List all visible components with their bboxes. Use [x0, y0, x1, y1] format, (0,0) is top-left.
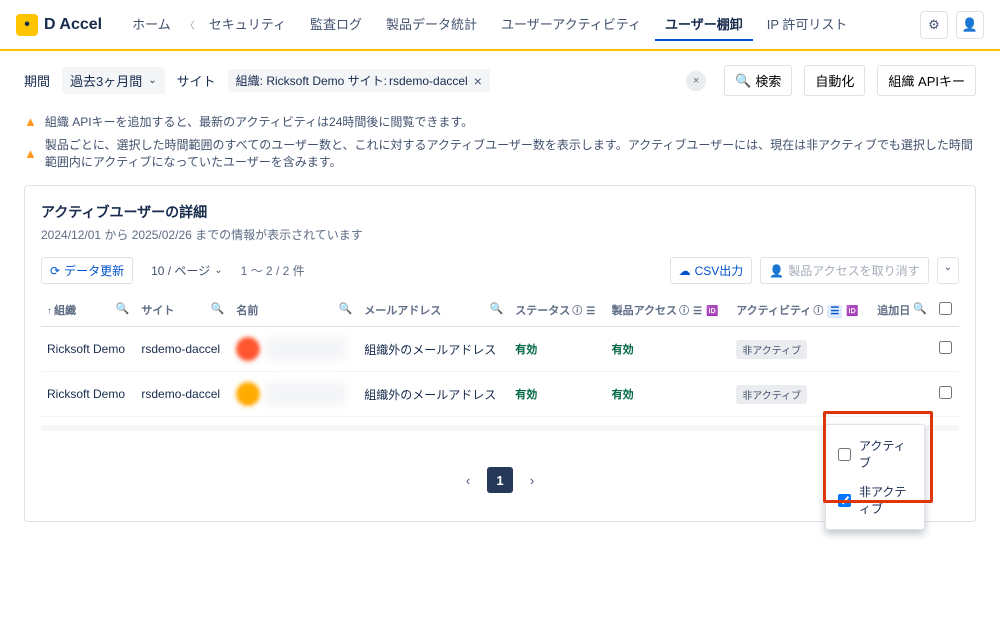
- chevron-down-icon: ⌄: [148, 75, 156, 86]
- search-icon[interactable]: 🔍: [490, 302, 504, 315]
- table-row: Ricksoft Demo rsdemo-daccel 組織外のメールアドレス …: [41, 372, 959, 417]
- site-filter-chip: 組織: Ricksoft Demo サイト: rsdemo-daccel ×: [228, 69, 490, 92]
- id-icon[interactable]: 🆔: [846, 306, 858, 317]
- period-select[interactable]: 過去3ヶ月間 ⌄: [62, 67, 165, 94]
- api-key-button[interactable]: 組織 APIキー: [877, 65, 976, 96]
- section-subtitle: 2024/12/01 から 2025/02/26 までの情報が表示されています: [41, 226, 959, 243]
- section-title: アクティブユーザーの詳細: [41, 202, 959, 222]
- filter-icon-active[interactable]: ☰: [827, 305, 842, 318]
- col-name[interactable]: 名前🔍: [230, 294, 358, 327]
- revoke-access-button[interactable]: 👤 製品アクセスを取り消す: [760, 257, 928, 284]
- nav-audit[interactable]: 監査ログ: [300, 8, 372, 41]
- search-icon[interactable]: 🔍: [339, 302, 353, 315]
- col-email[interactable]: メールアドレス🔍: [358, 294, 509, 327]
- page-1-button[interactable]: 1: [487, 467, 513, 493]
- col-site[interactable]: サイト🔍: [135, 294, 230, 327]
- more-actions-dropdown[interactable]: ⌄: [937, 257, 959, 284]
- name-blurred: [266, 337, 346, 361]
- clear-filters-button[interactable]: ×: [686, 71, 706, 91]
- warning-row: ▲ 組織 APIキーを追加すると、最新のアクティビティは24時間後に閲覧できます…: [24, 110, 976, 133]
- chip-remove-icon[interactable]: ×: [474, 73, 482, 89]
- info-icon: ⓘ: [813, 306, 823, 317]
- activity-badge: 非アクティブ: [736, 340, 807, 359]
- logo-text: D Accel: [44, 16, 102, 34]
- nav-home[interactable]: ホーム: [122, 8, 181, 41]
- filter-option-inactive[interactable]: 非アクティブ: [826, 477, 924, 523]
- user-icon[interactable]: 👤: [956, 11, 984, 39]
- avatar: [236, 337, 260, 361]
- nav-activity[interactable]: ユーザーアクティビティ: [491, 8, 651, 41]
- col-access[interactable]: 製品アクセスⓘ☰🆔: [606, 294, 731, 327]
- period-label: 期間: [24, 71, 50, 90]
- search-icon[interactable]: 🔍: [211, 302, 225, 315]
- col-status[interactable]: ステータスⓘ☰: [509, 294, 605, 327]
- filter-icon[interactable]: ☰: [586, 306, 595, 317]
- settings-icon[interactable]: ⚙: [920, 11, 948, 39]
- cloud-icon: ☁: [679, 264, 691, 278]
- nav-security[interactable]: セキュリティ: [199, 8, 296, 41]
- refresh-button[interactable]: ⟳ データ更新: [41, 257, 133, 284]
- search-button[interactable]: 🔍 検索: [724, 65, 792, 96]
- warning-icon: ▲: [24, 146, 37, 161]
- info-icon: ⓘ: [679, 306, 689, 317]
- table-row: Ricksoft Demo rsdemo-daccel 組織外のメールアドレス …: [41, 327, 959, 372]
- nav-inventory[interactable]: ユーザー棚卸: [655, 8, 753, 41]
- row-checkbox[interactable]: [939, 341, 952, 354]
- prev-page-button[interactable]: ‹: [455, 467, 481, 493]
- filter-checkbox-inactive[interactable]: [838, 494, 851, 507]
- nav-stats[interactable]: 製品データ統計: [376, 8, 487, 41]
- refresh-icon: ⟳: [50, 264, 60, 278]
- chevron-down-icon: ⌄: [214, 265, 222, 276]
- col-added[interactable]: 追加日🔍: [871, 294, 933, 327]
- select-all-checkbox[interactable]: [939, 302, 952, 315]
- row-checkbox[interactable]: [939, 386, 952, 399]
- col-org[interactable]: ↑組織🔍: [41, 294, 135, 327]
- warning-icon: ▲: [24, 114, 37, 129]
- site-label: サイト: [177, 71, 216, 90]
- search-icon: 🔍: [735, 73, 751, 89]
- filter-icon[interactable]: ☰: [693, 306, 702, 317]
- users-table: ↑組織🔍 サイト🔍 名前🔍 メールアドレス🔍 ステータスⓘ☰ 製品アクセスⓘ☰🆔…: [41, 294, 959, 417]
- warning-row: ▲ 製品ごとに、選択した時間範囲のすべてのユーザー数と、これに対するアクティブユ…: [24, 133, 976, 173]
- avatar: [236, 382, 260, 406]
- horizontal-scrollbar[interactable]: [41, 425, 959, 431]
- person-icon: 👤: [769, 264, 784, 278]
- main-nav: ホーム 〈 セキュリティ 監査ログ 製品データ統計 ユーザーアクティビティ ユー…: [122, 8, 920, 41]
- col-activity[interactable]: アクティビティⓘ☰🆔: [730, 294, 871, 327]
- search-icon[interactable]: 🔍: [116, 302, 130, 315]
- filter-option-active[interactable]: アクティブ: [826, 431, 924, 477]
- activity-filter-popup: アクティブ 非アクティブ: [825, 424, 925, 530]
- next-page-button[interactable]: ›: [519, 467, 545, 493]
- app-logo[interactable]: • D Accel: [16, 14, 102, 36]
- per-page-select[interactable]: 10 / ページ ⌄: [143, 258, 231, 283]
- activity-badge: 非アクティブ: [736, 385, 807, 404]
- search-icon[interactable]: 🔍: [913, 302, 927, 315]
- result-count: 1 〜 2 / 2 件: [241, 262, 305, 279]
- nav-chevron-icon: 〈: [185, 17, 195, 32]
- info-icon: ⓘ: [572, 306, 582, 317]
- logo-icon: •: [16, 14, 38, 36]
- nav-ip[interactable]: IP 許可リスト: [757, 8, 858, 41]
- id-icon[interactable]: 🆔: [706, 306, 718, 317]
- name-blurred: [266, 382, 346, 406]
- csv-export-button[interactable]: ☁ CSV出力: [670, 257, 753, 284]
- pagination: ‹ 1 ›: [41, 455, 959, 505]
- automation-button[interactable]: 自動化: [804, 65, 865, 96]
- filter-checkbox-active[interactable]: [838, 448, 851, 461]
